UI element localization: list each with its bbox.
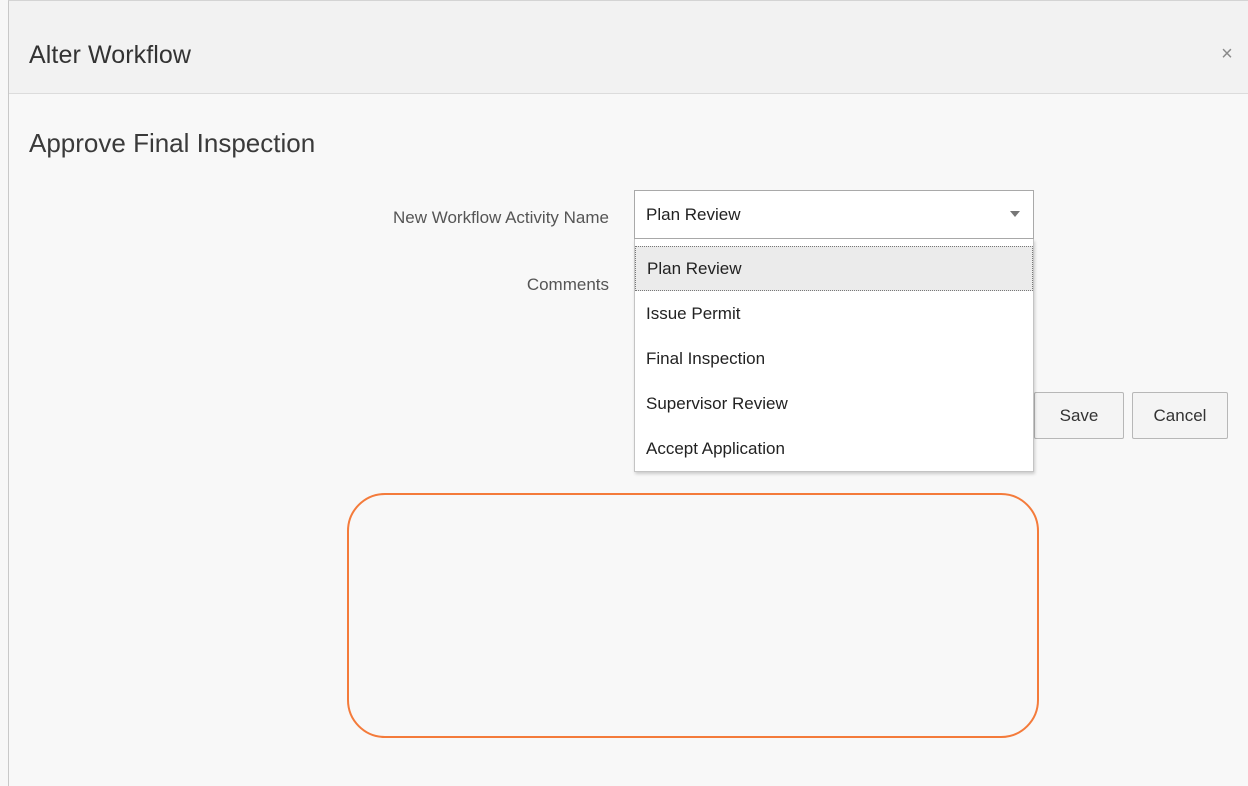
save-button[interactable]: Save: [1034, 392, 1124, 439]
dropdown-option-final-inspection[interactable]: Final Inspection: [635, 336, 1033, 381]
close-icon[interactable]: ×: [1216, 43, 1238, 65]
highlight-annotation-box: [347, 493, 1039, 738]
dropdown-option-supervisor-review[interactable]: Supervisor Review: [635, 381, 1033, 426]
comments-label: Comments: [526, 275, 609, 294]
chevron-down-icon[interactable]: [1010, 211, 1020, 217]
select-value: Plan Review: [646, 205, 741, 224]
activity-name-select[interactable]: Plan Review: [634, 190, 1034, 239]
dropdown-option-accept-application[interactable]: Accept Application: [635, 426, 1033, 471]
activity-dropdown-list: Plan Review Issue Permit Final Inspectio…: [634, 239, 1034, 472]
alter-workflow-dialog: Alter Workflow × Approve Final Inspectio…: [8, 0, 1248, 786]
activity-name-label: New Workflow Activity Name: [392, 208, 609, 227]
dropdown-option-issue-permit[interactable]: Issue Permit: [635, 291, 1033, 336]
dialog-title: Alter Workflow: [29, 41, 192, 69]
dialog-titlebar: Alter Workflow ×: [9, 1, 1248, 94]
cancel-button[interactable]: Cancel: [1132, 392, 1228, 439]
page-heading: Approve Final Inspection: [29, 128, 316, 158]
dropdown-option-plan-review[interactable]: Plan Review: [635, 246, 1033, 291]
